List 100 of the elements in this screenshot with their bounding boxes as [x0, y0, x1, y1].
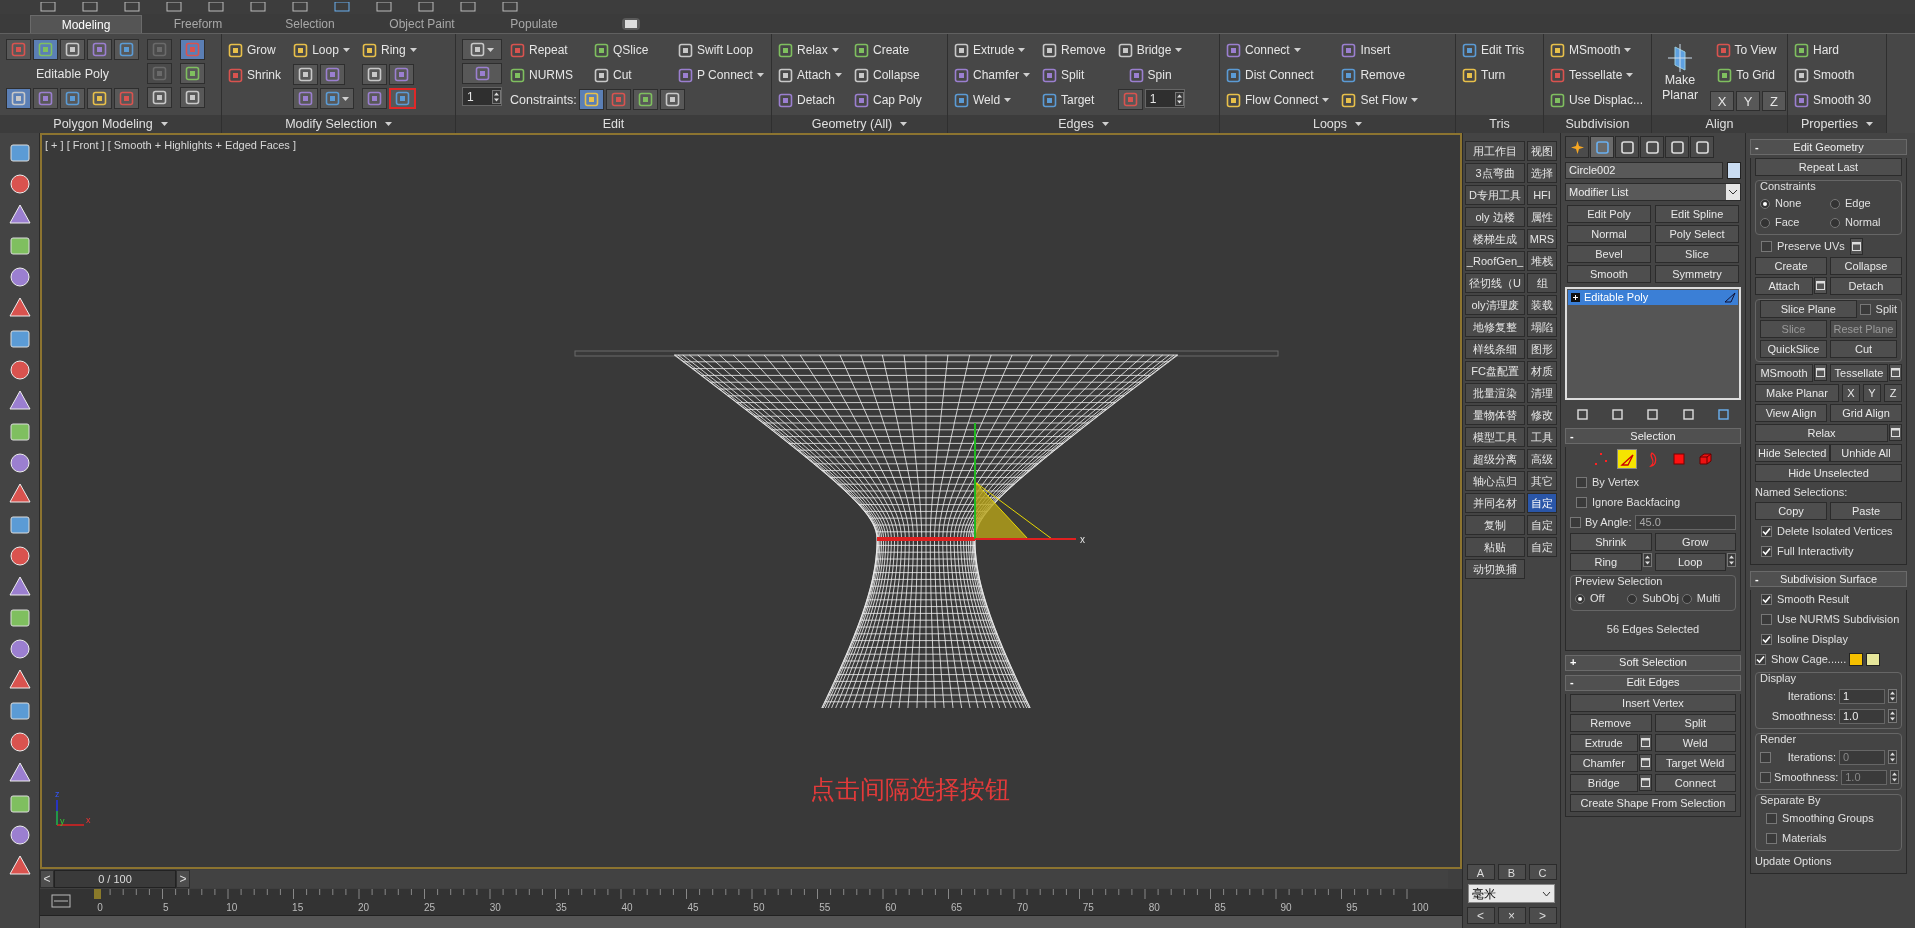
ribbon-button[interactable]: Ring — [362, 39, 421, 61]
modifier-button[interactable]: Smooth — [1567, 265, 1651, 283]
panel-tab[interactable] — [1590, 136, 1614, 158]
script-tab-button[interactable]: 其它 — [1527, 471, 1557, 491]
spinner-arrows-icon[interactable] — [1174, 91, 1184, 106]
script-tab-button[interactable]: 材质 — [1527, 361, 1557, 381]
icon-button[interactable] — [87, 39, 112, 60]
ribbon-button[interactable]: Create — [854, 39, 926, 61]
stack-item[interactable]: Editable Poly — [1568, 290, 1738, 305]
script-button[interactable]: 粘贴 — [1465, 537, 1525, 557]
ribbon-group-label[interactable]: Properties — [1788, 115, 1886, 133]
toolbar-icon[interactable] — [7, 482, 32, 506]
spinner-field[interactable]: 1 — [1839, 688, 1885, 704]
icon-button[interactable] — [60, 39, 85, 60]
checkbox[interactable] — [1755, 653, 1766, 665]
toolbar-icon[interactable] — [7, 327, 32, 351]
script-tab-button[interactable]: 属性 — [1527, 207, 1557, 227]
spinner-arrows-icon[interactable] — [1727, 553, 1736, 567]
toolbar-icon[interactable] — [7, 234, 32, 258]
toolbar-icon[interactable] — [502, 2, 518, 12]
script-button[interactable]: oly 边楼 — [1465, 207, 1525, 227]
stack-tool-icon[interactable] — [1610, 406, 1626, 422]
script-button[interactable]: 超级分离 — [1465, 449, 1525, 469]
ribbon-button[interactable]: Detach — [778, 89, 847, 111]
ribbon-group-label[interactable]: Tris — [1456, 115, 1543, 133]
layout-button[interactable]: B — [1497, 864, 1526, 880]
panel-button[interactable]: Chamfer — [1570, 753, 1638, 772]
toolbar-icon[interactable] — [7, 854, 32, 878]
ribbon-button[interactable]: MSmooth — [1550, 39, 1648, 61]
icon-button[interactable] — [293, 64, 318, 85]
checkbox[interactable] — [1761, 525, 1772, 537]
script-tab-button[interactable]: 修改 — [1527, 405, 1557, 425]
script-button[interactable]: 样线条细 — [1465, 339, 1525, 359]
script-tab-button[interactable]: 堆栈 — [1527, 251, 1557, 271]
ribbon-button[interactable]: Relax — [778, 39, 847, 61]
rollout-header[interactable]: - Selection — [1565, 428, 1741, 444]
nav-button[interactable]: > — [1528, 907, 1557, 924]
toolbar-icon[interactable] — [208, 2, 224, 12]
panel-tab[interactable] — [1565, 136, 1589, 158]
toolbar-icon[interactable] — [7, 203, 32, 227]
toolbar-icon[interactable] — [7, 792, 32, 816]
panel-button[interactable]: Detach — [1830, 277, 1902, 295]
ribbon-tab[interactable]: Object Paint — [366, 15, 478, 33]
ribbon-button[interactable]: Collapse — [854, 64, 926, 86]
panel-button[interactable]: Hide Unselected — [1755, 464, 1902, 482]
script-tab-button[interactable]: 塌陷 — [1527, 317, 1557, 337]
script-button[interactable]: 并同名材 — [1465, 493, 1525, 513]
stack-tool-icon[interactable] — [1645, 406, 1661, 422]
toolbar-icon[interactable] — [7, 513, 32, 537]
ribbon-button[interactable]: Bridge — [1117, 39, 1187, 61]
toolbar-icon[interactable] — [7, 544, 32, 568]
script-tab-button[interactable]: 自定 — [1527, 493, 1557, 513]
spinner-arrows-icon[interactable] — [492, 89, 501, 104]
toolbar-icon[interactable] — [418, 2, 434, 12]
script-button[interactable]: 楼梯生成 — [1465, 229, 1525, 249]
ribbon-button[interactable]: To Grid — [1717, 64, 1779, 86]
angle-field[interactable]: 45.0 — [1635, 514, 1736, 530]
panel-button[interactable]: Connect — [1654, 773, 1736, 792]
ribbon-tab[interactable]: Modeling — [30, 15, 142, 33]
icon-button[interactable] — [60, 88, 85, 109]
toolbar-icon[interactable] — [7, 575, 32, 599]
icon-button[interactable] — [462, 39, 502, 60]
ribbon-tab[interactable]: Selection — [254, 15, 366, 33]
ribbon-group-label[interactable]: Subdivision — [1544, 115, 1651, 133]
axis-button[interactable]: Y — [1863, 384, 1881, 402]
ribbon-tab[interactable]: Populate — [478, 15, 590, 33]
script-button[interactable]: FC盘配置 — [1465, 361, 1525, 381]
modifier-button[interactable]: Poly Select — [1655, 225, 1739, 243]
panel-tab[interactable] — [1665, 136, 1689, 158]
checkbox[interactable] — [1576, 496, 1587, 508]
settings-button[interactable] — [1638, 753, 1652, 771]
modifier-button[interactable]: Edit Poly — [1567, 205, 1651, 223]
ribbon-button[interactable]: Loop — [293, 39, 354, 61]
time-marker[interactable] — [94, 889, 101, 899]
toolbar-icon[interactable] — [7, 637, 32, 661]
nav-button[interactable]: < — [1466, 907, 1495, 924]
icon-button[interactable] — [87, 88, 112, 109]
settings-button[interactable] — [1814, 364, 1827, 381]
toolbar-icon[interactable] — [124, 2, 140, 12]
spinner-field[interactable]: 1 — [1144, 89, 1185, 108]
icon-button[interactable] — [180, 39, 205, 60]
ribbon-button[interactable]: Chamfer — [954, 64, 1034, 86]
script-tab-button[interactable]: 自定 — [1527, 537, 1557, 557]
panel-button[interactable]: Create Shape From Selection — [1570, 793, 1736, 812]
rollout-header[interactable]: - Edit Geometry — [1750, 139, 1907, 155]
ribbon-button[interactable]: Tessellate — [1550, 64, 1648, 86]
icon-button[interactable] — [147, 87, 172, 108]
stack-tool-icon[interactable] — [1575, 406, 1591, 422]
script-tab-button[interactable]: 选择 — [1527, 163, 1557, 183]
viewport[interactable]: [ + ] [ Front ] [ Smooth + Highlights + Edged Faces ] x z y x 点击间隔选择按钮 — [40, 133, 1462, 869]
ribbon-button[interactable]: Grow — [228, 39, 285, 61]
panel-button[interactable]: Insert Vertex — [1570, 693, 1736, 712]
ribbon-button[interactable]: Set Flow — [1341, 89, 1423, 111]
ribbon-tab[interactable]: Freeform — [142, 15, 254, 33]
panel-button[interactable]: Tessellate — [1830, 364, 1888, 382]
rollout-header[interactable]: - Edit Edges — [1565, 674, 1741, 691]
color-swatch[interactable] — [1866, 652, 1881, 666]
panel-button[interactable]: Split — [1654, 713, 1736, 732]
toolbar-icon[interactable] — [7, 730, 32, 754]
spinner-arrows-icon[interactable] — [1888, 709, 1897, 723]
